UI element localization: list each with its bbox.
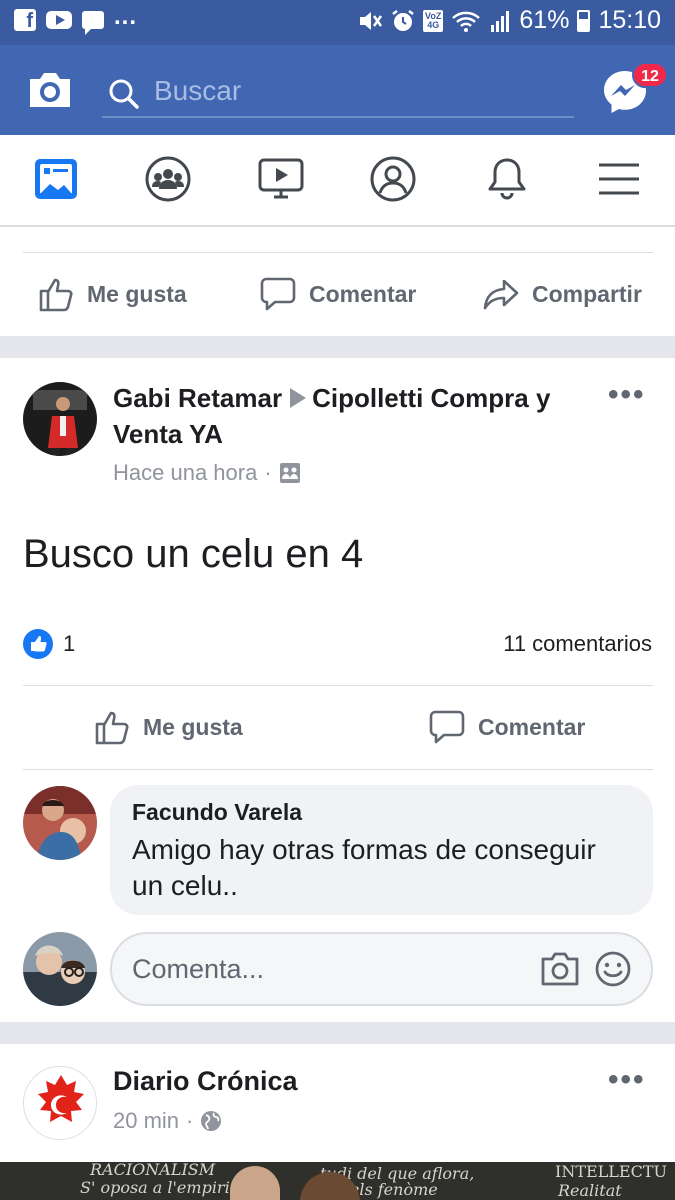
youtube-icon <box>46 11 72 29</box>
search-icon <box>109 79 139 109</box>
meta-dot: · <box>186 1108 194 1133</box>
signal-icon <box>491 10 510 32</box>
tab-groups[interactable] <box>144 155 194 205</box>
comment-placeholder: Comenta... <box>132 954 265 984</box>
nav-tabs <box>0 135 675 227</box>
page-name[interactable]: Diario Crónica <box>113 1066 298 1097</box>
profile-icon <box>370 156 416 202</box>
volte-icon: VoZ 4G <box>423 9 444 32</box>
mute-icon <box>360 11 383 30</box>
share-button[interactable]: Compartir <box>482 275 642 313</box>
like-label: Me gusta <box>143 713 243 740</box>
like-reaction-icon <box>23 629 53 659</box>
arrow-right-icon <box>290 388 307 409</box>
like-icon <box>95 711 129 745</box>
camera-icon[interactable] <box>26 69 74 111</box>
share-icon <box>483 279 519 310</box>
tab-watch[interactable] <box>256 155 306 205</box>
post-meta: Hace una hora · <box>113 460 301 486</box>
post-comment-button[interactable]: Comentar <box>428 708 585 746</box>
like-label: Me gusta <box>87 280 187 307</box>
watch-icon <box>258 158 304 199</box>
comment-button[interactable]: Comentar <box>259 275 416 313</box>
post-like-button[interactable]: Me gusta <box>93 708 243 746</box>
comment-icon <box>429 710 465 744</box>
notifications-icon <box>488 158 526 200</box>
tab-news-feed[interactable] <box>32 155 82 205</box>
alarm-icon <box>392 9 414 31</box>
comment-icon <box>260 277 296 311</box>
emoji-icon[interactable] <box>594 950 632 988</box>
messenger-badge: 12 <box>632 62 668 88</box>
camera-icon[interactable] <box>540 950 580 988</box>
comment-label: Comentar <box>309 280 417 307</box>
like-icon <box>39 278 73 312</box>
battery-percent: 61% <box>519 6 570 34</box>
tab-notifications[interactable] <box>483 155 533 205</box>
current-user-avatar <box>23 932 97 1006</box>
share-label: Compartir <box>532 280 642 307</box>
divider <box>23 252 653 253</box>
post-options-button[interactable]: ••• <box>608 1063 646 1097</box>
commenter-avatar[interactable] <box>23 786 97 860</box>
author-name[interactable]: Gabi Retamar <box>113 383 282 413</box>
comment-author[interactable]: Facundo Varela <box>132 799 631 826</box>
post-time[interactable]: Hace una hora <box>113 460 257 486</box>
search-placeholder: Buscar <box>154 75 242 106</box>
news-feed-icon <box>35 159 77 199</box>
wifi-icon <box>452 11 481 32</box>
feed-separator <box>0 336 675 358</box>
tab-profile[interactable] <box>369 155 419 205</box>
post-image[interactable]: RACIONALISM S' oposa a l'empiris tudi de… <box>0 1162 675 1200</box>
message-icon <box>82 11 104 35</box>
group-privacy-icon <box>279 463 300 483</box>
facebook-icon: f <box>14 9 36 31</box>
comment-label: Comentar <box>478 713 586 740</box>
meta-dot: · <box>264 460 272 485</box>
post-header: Gabi Retamar Cipolletti Compra y Venta YA <box>113 380 593 452</box>
status-bar: f ... VoZ 4G 61% 15:10 <box>0 0 675 45</box>
divider <box>23 685 653 686</box>
search-bar[interactable]: Buscar <box>102 70 574 118</box>
battery-icon <box>577 9 591 32</box>
feed-separator <box>0 1022 675 1044</box>
comment-bubble[interactable]: Facundo Varela Amigo hay otras formas de… <box>110 785 653 915</box>
like-button[interactable]: Me gusta <box>37 275 187 313</box>
divider <box>23 769 653 770</box>
author-avatar[interactable] <box>23 382 97 456</box>
globe-icon <box>201 1111 222 1131</box>
post-time[interactable]: 20 min <box>113 1108 179 1134</box>
menu-icon <box>599 163 639 195</box>
comment-input[interactable]: Comenta... <box>110 932 653 1006</box>
reaction-count: 1 <box>63 631 76 656</box>
comments-count[interactable]: 11 comentarios <box>503 631 652 657</box>
page-avatar[interactable] <box>23 1066 97 1140</box>
post-meta: 20 min · <box>113 1108 222 1134</box>
groups-icon <box>145 156 191 202</box>
post-options-button[interactable]: ••• <box>608 378 646 412</box>
reaction-summary[interactable]: 1 <box>23 629 75 659</box>
post-text: Busco un celu en 4 <box>23 532 364 576</box>
more-notifications: ... <box>114 3 138 30</box>
clock: 15:10 <box>598 6 661 34</box>
person-figure <box>230 1166 280 1200</box>
tab-menu[interactable] <box>595 155 645 205</box>
app-header: Buscar 12 <box>0 45 675 135</box>
comment-text: Amigo hay otras formas de conseguir un c… <box>132 834 596 901</box>
